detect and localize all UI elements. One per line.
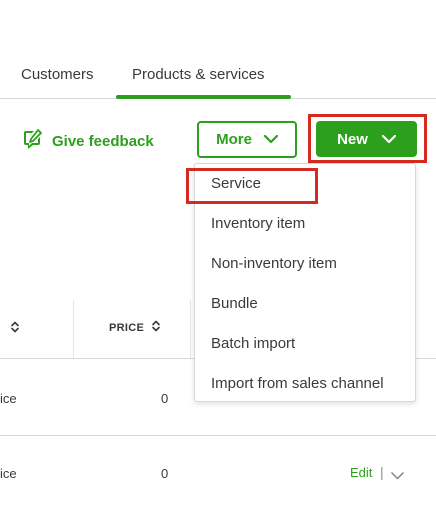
row-type-cell: ice [0,391,17,406]
chevron-down-icon[interactable] [391,467,404,485]
tab-bar: Customers Products & services [0,0,436,99]
row-price-cell: 0 [161,391,169,406]
sort-icon [152,320,160,335]
active-tab-indicator [116,95,291,99]
column-divider [73,300,74,358]
menu-item-import-from-sales-channel[interactable]: Import from sales channel [211,375,384,392]
feedback-label: Give feedback [52,132,154,150]
price-header-label: PRICE [109,321,145,334]
menu-item-inventory-item[interactable]: Inventory item [211,215,305,232]
menu-item-batch-import[interactable]: Batch import [211,335,295,352]
tab-products-services[interactable]: Products & services [132,66,265,83]
row-type-cell: ice [0,466,17,481]
feedback-icon [21,128,43,155]
action-separator: | [380,464,384,480]
more-button[interactable]: More [197,121,297,158]
edit-link[interactable]: Edit [350,465,372,480]
row-divider [0,435,436,436]
new-button[interactable]: New [316,121,417,157]
more-button-label: More [216,131,252,148]
give-feedback-link[interactable]: Give feedback [21,128,154,155]
row-price-cell: 0 [161,466,169,481]
chevron-down-icon [381,131,397,148]
service-item-highlight [186,168,318,204]
menu-item-non-inventory-item[interactable]: Non-inventory item [211,255,337,272]
chevron-down-icon [263,131,279,148]
sort-icon[interactable] [11,320,19,338]
tab-customers[interactable]: Customers [21,66,94,83]
menu-item-bundle[interactable]: Bundle [211,295,258,312]
price-column-header[interactable]: PRICE [109,320,160,335]
column-divider [190,300,191,358]
new-button-label: New [337,130,368,148]
